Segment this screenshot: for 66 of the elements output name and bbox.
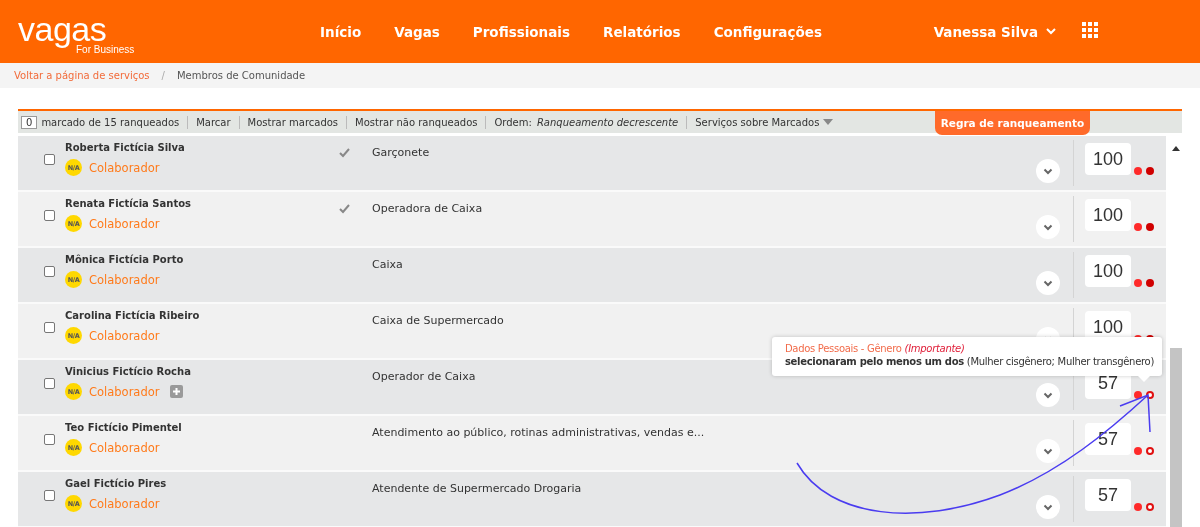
nav-link[interactable]: Vagas (394, 23, 440, 40)
services-dropdown[interactable]: Serviços sobre Marcados (695, 116, 834, 128)
row-checkbox[interactable] (44, 490, 55, 501)
score-value: 57 (1085, 423, 1131, 455)
role-label: Colaborador (89, 160, 160, 175)
importance-label: (Importante) (904, 343, 965, 354)
candidate-name: Gael Fictício Pires (65, 478, 168, 489)
count-label: marcado de 15 ranqueados (41, 116, 180, 128)
apps-grid-icon[interactable] (1082, 21, 1098, 38)
candidate-name: Mônica Fictícia Porto (65, 254, 185, 265)
toolbar-link[interactable]: Mostrar marcados (247, 116, 339, 128)
toolbar-link[interactable]: Mostrar não ranqueados (355, 116, 478, 128)
nav-link[interactable]: Início (320, 23, 362, 40)
count-field: 0 (21, 115, 38, 129)
row-checkbox[interactable] (44, 322, 55, 333)
candidate-name: Roberta Fictícia Silva (65, 142, 186, 153)
chevron-icon (1046, 28, 1056, 35)
score-value: 100 (1085, 143, 1131, 175)
ranking-rule-button[interactable]: Regra de ranqueamento (935, 111, 1090, 135)
expand-button[interactable] (1035, 159, 1060, 183)
tooltip-title: Dados Pessoais - Gênero (784, 343, 902, 354)
score-value: 57 (1085, 479, 1131, 511)
candidate-name: Vinicius Fictício Rocha (65, 366, 192, 377)
order-label: Ordem: (494, 116, 532, 128)
expand-button[interactable] (1035, 215, 1060, 239)
order-link[interactable]: Ranqueamento decrescente (536, 116, 679, 128)
expand-button[interactable] (1035, 439, 1060, 463)
breadcrumb-current: Membros de Comunidade (176, 70, 306, 81)
scrollbar-thumb[interactable] (1170, 348, 1182, 527)
expand-button[interactable] (1035, 271, 1060, 295)
role-label: Colaborador (89, 216, 160, 231)
score-value: 100 (1085, 199, 1131, 231)
row-checkbox[interactable] (44, 210, 55, 221)
job-title: Caixa de Supermercado (372, 314, 504, 327)
breadcrumb-separator: / (161, 70, 165, 81)
job-title: Operador de Caixa (372, 370, 476, 383)
score-value: 100 (1085, 255, 1131, 287)
nav-link[interactable]: Relatórios (603, 23, 681, 40)
scroll-up-icon[interactable] (1172, 146, 1180, 151)
expand-button[interactable] (1035, 495, 1060, 519)
breadcrumb-link[interactable]: Voltar a página de serviços (14, 70, 150, 81)
job-title: Garçonete (372, 146, 430, 159)
role-label: Colaborador (89, 272, 160, 287)
candidate-name: Teo Fictício Pimentel (65, 422, 183, 433)
plus-icon[interactable] (170, 385, 184, 398)
caret-icon (823, 119, 834, 125)
row-checkbox[interactable] (44, 378, 55, 389)
role-label: Colaborador (89, 328, 160, 343)
role-label: Colaborador (89, 384, 160, 399)
nav-link[interactable]: Profissionais (472, 23, 570, 40)
role-label: Colaborador (89, 440, 160, 455)
job-title: Operadora de Caixa (372, 202, 483, 215)
user-menu[interactable]: Vanessa Silva (933, 23, 1056, 40)
role-label: Colaborador (89, 496, 160, 511)
row-checkbox[interactable] (44, 154, 55, 165)
job-title: Atendente de Supermercado Drogaria (372, 482, 582, 495)
candidate-name: Renata Fictícia Santos (65, 198, 192, 209)
toolbar-link[interactable]: Marcar (196, 116, 231, 128)
nav-link[interactable]: Configurações (713, 23, 822, 40)
row-checkbox[interactable] (44, 266, 55, 277)
expand-button[interactable] (1035, 383, 1060, 407)
candidate-name: Carolina Fictícia Ribeiro (65, 310, 201, 321)
job-title: Caixa (372, 258, 403, 271)
row-checkbox[interactable] (44, 434, 55, 445)
job-title: Atendimento ao público, rotinas administrativas, vendas e... (372, 426, 705, 439)
tooltip-text: selecionaram pelo menos um dos (Mulher cisgênero; Mulher transgênero) (784, 356, 1154, 367)
